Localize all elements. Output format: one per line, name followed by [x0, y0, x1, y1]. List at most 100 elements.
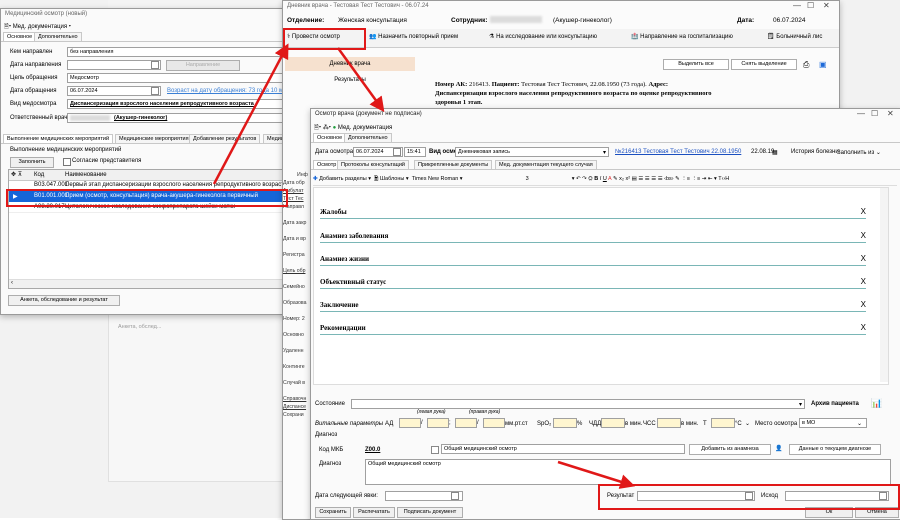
add-anamnez-button[interactable]: Добавить из анамнеза — [689, 444, 771, 455]
subtab-meddoc[interactable]: Мед. документация текущего случая — [495, 160, 597, 169]
data-label: Дата: — [737, 17, 755, 24]
chevron-down-icon[interactable]: ▾ — [603, 149, 606, 156]
cel-input[interactable]: Медосмотр — [67, 73, 293, 83]
pin-icon[interactable]: ✥ ⊼ — [11, 171, 22, 178]
patient-link[interactable]: №216413 Тестовая Тест Тестович 22.08.195… — [615, 149, 741, 155]
close-icon[interactable]: X — [861, 276, 866, 288]
sign-button[interactable]: Подписать документ — [397, 507, 463, 518]
history-button[interactable]: История болезни — [791, 149, 839, 155]
vrach-input[interactable]: (Акушер-гинеколог) — [67, 113, 293, 123]
tab-additional[interactable]: Дополнительно — [34, 32, 82, 41]
spo2-input[interactable] — [553, 418, 577, 428]
mkb-code[interactable]: Z00.0 — [365, 447, 380, 453]
calendar-icon[interactable] — [451, 492, 459, 500]
napravlenie-button[interactable]: Направление — [166, 60, 240, 71]
hospitalization-button[interactable]: 🏥 Направление на госпитализацию — [631, 33, 733, 40]
calendar-icon[interactable] — [393, 148, 401, 156]
data-obr-input[interactable]: 06.07.2024 — [67, 86, 161, 96]
subtab-meropriyatiya[interactable]: Медицинские мероприятия — [115, 134, 193, 143]
templates-icon: 🗎 — [374, 176, 379, 182]
vertical-scrollbar[interactable] — [880, 188, 888, 382]
bp-left-dia[interactable] — [427, 418, 449, 428]
tab-additional[interactable]: Дополнительно — [344, 133, 392, 142]
subtab-dobavlenie[interactable]: Добавление результатов — [189, 134, 261, 143]
doc-menu[interactable]: 🗎▾ ⁂▾ ● Мед. документация — [314, 123, 392, 133]
research-button[interactable]: ⚗ На исследование или консультацию — [489, 33, 597, 40]
section-title: Анамнез жизни — [320, 255, 370, 263]
minimize-icon[interactable]: — — [793, 1, 801, 10]
left-tab-diary[interactable]: Дневник врача — [285, 57, 415, 71]
fill-from-dropdown[interactable]: Заполнить из ⌄ — [837, 149, 881, 156]
close-icon[interactable]: X — [861, 230, 866, 242]
chevron-down-icon[interactable]: ▾ — [799, 401, 802, 408]
square-icon[interactable] — [431, 446, 439, 454]
horizontal-scrollbar[interactable]: ‹ — [9, 279, 289, 288]
mkb-name[interactable]: Общий медицинский осмотр — [441, 444, 685, 454]
right-arm-label: (правая рука) — [469, 409, 501, 415]
current-diag-button[interactable]: Данные о текущем диагнозе — [789, 444, 881, 455]
consent-checkbox[interactable] — [63, 158, 71, 166]
state-select[interactable] — [351, 399, 805, 409]
maximize-icon[interactable]: ☐ — [807, 1, 814, 10]
diag-textarea[interactable]: Общий медицинский осмотр — [365, 459, 891, 485]
chevron-down-icon[interactable]: ⌄ — [857, 420, 862, 427]
print-button[interactable]: Распечатать — [353, 507, 395, 518]
select-all-button[interactable]: Выделить все — [663, 59, 729, 70]
data-napr-input[interactable] — [67, 60, 161, 70]
anketa-button[interactable]: Анкета, обследование и результат — [8, 295, 120, 306]
templates-button[interactable]: 🗎 Шаблоны ▾ — [374, 176, 409, 182]
time-input[interactable]: 15:41 — [404, 147, 426, 157]
maximize-icon[interactable]: ☐ — [871, 109, 878, 118]
calendar-icon[interactable] — [151, 87, 159, 95]
format-icons[interactable]: ▾ ↶ ↷ ⛭ B I U A ✎ x₂ x² ▤ ☰ ☰ ☰ ☰ ‹bs› ✎… — [572, 176, 730, 182]
subtab-attached[interactable]: Прикрепленные документы — [414, 160, 493, 169]
chevron-down-icon[interactable]: ⌄ — [745, 420, 750, 427]
bp-right-dia[interactable] — [483, 418, 505, 428]
close-icon[interactable]: ✕ — [823, 1, 830, 10]
deselect-button[interactable]: Снять выделение — [731, 59, 797, 70]
save-button[interactable]: Сохранить — [315, 507, 351, 518]
calendar-icon[interactable] — [151, 61, 159, 69]
diary-text-line3: здоровья 1 этап. — [435, 99, 483, 106]
diagnoz-header: Диагноз — [315, 432, 338, 438]
bp-right-sys[interactable] — [455, 418, 477, 428]
print-icon[interactable]: ⎙ — [803, 60, 809, 70]
minimize-icon[interactable]: — — [857, 109, 865, 118]
archive-icon[interactable]: 📊 — [871, 398, 882, 409]
size-select[interactable]: 3 — [526, 176, 529, 182]
repeat-visit-button[interactable]: 👥 Назначить повторный прием — [369, 33, 458, 40]
editor-area[interactable]: Жалобы X Анамнез заболевания X Анамнез жиз… — [313, 187, 889, 385]
subtab-vypolnenie[interactable]: Выполнение медицинских мероприятий — [3, 134, 114, 143]
temp-input[interactable] — [711, 418, 735, 428]
subtab-protocols[interactable]: Протоколы консультаций — [337, 160, 409, 169]
vid-medosmotra-input[interactable]: Диспансеризация взрослого населения репр… — [67, 99, 293, 109]
vital-label: Витальные параметры — [315, 421, 384, 427]
close-icon[interactable]: X — [861, 253, 866, 265]
left-tab-results[interactable]: Результаты — [285, 73, 415, 87]
plus-icon: ✚ — [313, 176, 318, 182]
close-icon[interactable]: X — [861, 322, 866, 334]
fill-button[interactable]: Заполнить — [10, 157, 54, 168]
archive-button[interactable]: Архив пациента — [811, 401, 859, 407]
close-icon[interactable]: ✕ — [887, 109, 894, 118]
tab-main[interactable]: Основное — [3, 32, 37, 41]
tab-main[interactable]: Основное — [313, 133, 347, 142]
chss-input[interactable] — [657, 418, 681, 428]
font-select[interactable]: Times New Roman — [412, 176, 459, 182]
chdd-input[interactable] — [601, 418, 625, 428]
close-icon[interactable]: X — [861, 299, 866, 311]
sep: ; — [449, 420, 451, 426]
doc-menu[interactable]: 🗎▾ Мед. документация ▾ — [4, 22, 71, 32]
kem-input[interactable]: без направления — [67, 47, 293, 57]
add-sections-button[interactable]: ✚ Добавить разделы ▾ — [313, 176, 371, 182]
close-icon[interactable]: X — [861, 206, 866, 218]
sick-leave-button[interactable]: 🗒 Больничный лис — [767, 33, 822, 40]
calendar-small-icon[interactable]: ▦ — [772, 149, 778, 156]
bp-left-sys[interactable] — [399, 418, 421, 428]
vozrast-link[interactable]: Возраст на дату обращения: 73 года 10 ме… — [167, 88, 293, 94]
scroll-left-icon[interactable]: ‹ — [11, 280, 13, 286]
info-icon: ● — [332, 125, 337, 131]
vid-select[interactable]: Дневниковая запись — [455, 147, 609, 157]
table-header — [9, 170, 289, 181]
export-icon[interactable]: ▣ — [819, 60, 827, 69]
